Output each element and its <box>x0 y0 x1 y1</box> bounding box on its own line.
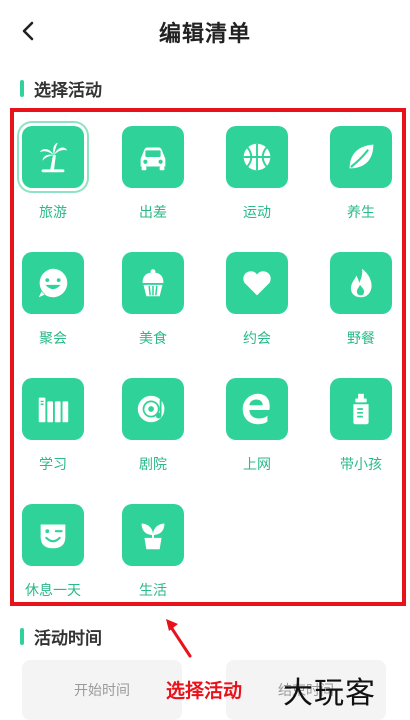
section-title-activity-label: 选择活动 <box>34 80 102 101</box>
highlight-box <box>10 108 406 606</box>
page-title: 编辑清单 <box>158 22 251 47</box>
annotation-caption: 选择活动 <box>166 680 243 702</box>
section-title-activity: 选择活动 <box>20 76 102 101</box>
section-title-time: 活动时间 <box>20 624 102 649</box>
watermark-logo: 大玩客 <box>283 676 376 711</box>
header: 编辑清单 <box>0 0 410 62</box>
annotation-arrow-icon <box>166 619 192 658</box>
start-time-label: 开始时间 <box>74 683 130 699</box>
start-time-field[interactable]: 开始时间 <box>22 660 182 720</box>
section-title-time-label: 活动时间 <box>34 628 102 649</box>
section-accent-bar <box>20 627 24 645</box>
section-accent-bar <box>20 79 24 97</box>
